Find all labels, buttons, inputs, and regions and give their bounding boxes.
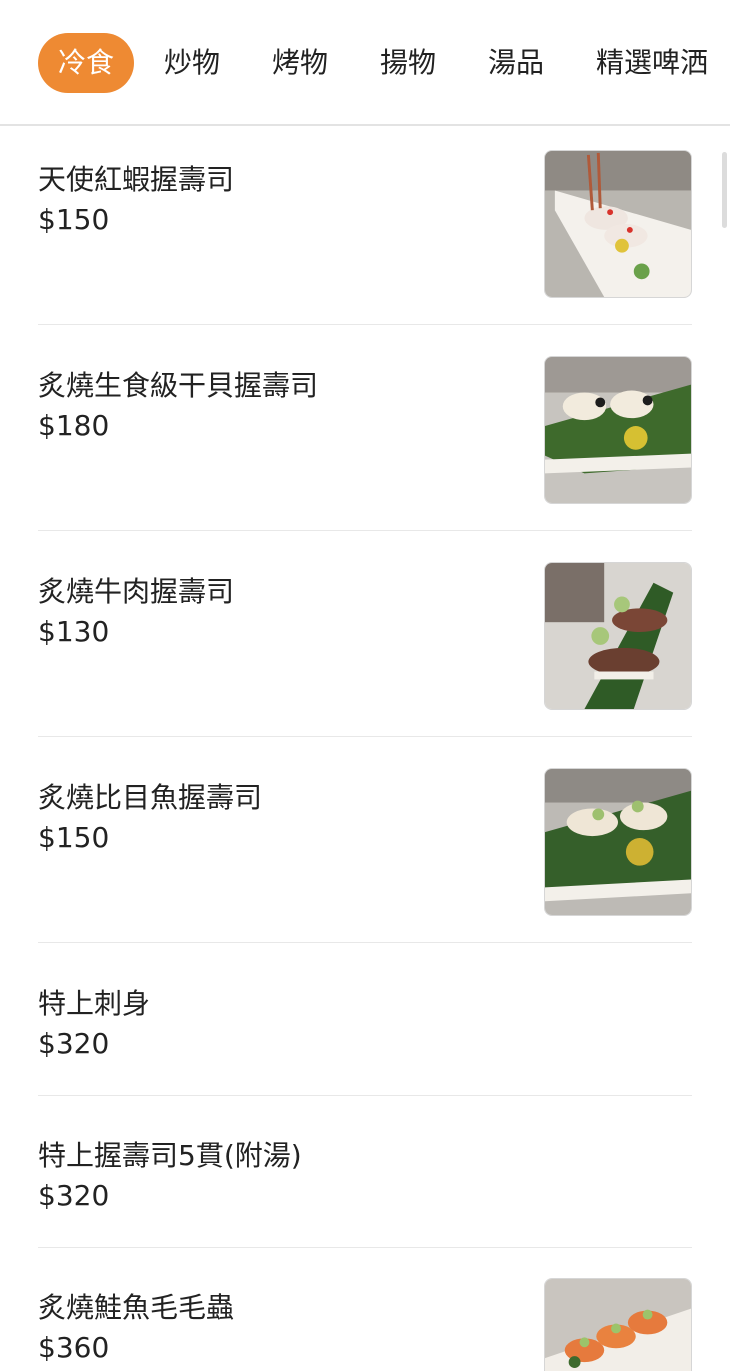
item-price: $320 — [38, 1179, 110, 1212]
seared-beef-nigiri-photo — [544, 562, 692, 710]
red-shrimp-nigiri-photo — [544, 150, 692, 298]
tab-stir-fry[interactable]: 炒物 — [164, 33, 220, 93]
tab-cold-food[interactable]: 冷食 — [38, 33, 135, 93]
tab-fried[interactable]: 揚物 — [380, 33, 436, 93]
item-price: $150 — [38, 203, 110, 236]
menu-item[interactable]: 炙燒比目魚握壽司 $150 — [38, 768, 692, 944]
menu-item[interactable]: 天使紅蝦握壽司 $150 — [38, 150, 692, 326]
item-price: $150 — [38, 821, 110, 854]
menu-item[interactable]: 炙燒鮭魚毛毛蟲 $360 — [38, 1278, 692, 1371]
item-divider — [38, 530, 692, 531]
item-name: 炙燒牛肉握壽司 — [38, 575, 235, 608]
item-divider — [38, 736, 692, 737]
menu-item[interactable]: 炙燒生食級干貝握壽司 $180 — [38, 356, 692, 532]
scrollbar[interactable] — [722, 152, 727, 228]
item-divider — [38, 942, 692, 943]
seared-flounder-nigiri-photo — [544, 768, 692, 916]
item-name: 炙燒生食級干貝握壽司 — [38, 369, 319, 402]
seared-salmon-roll-photo — [544, 1278, 692, 1371]
menu-item[interactable]: 炙燒牛肉握壽司 $130 — [38, 562, 692, 738]
category-tab-bar: 冷食 炒物 烤物 揚物 湯品 精選啤洒 — [0, 0, 730, 126]
item-price: $130 — [38, 615, 110, 648]
menu-item[interactable]: 特上握壽司5貫(附湯) $320 — [38, 1126, 692, 1248]
item-price: $360 — [38, 1331, 110, 1364]
item-name: 特上握壽司5貫(附湯) — [38, 1139, 302, 1172]
menu-item[interactable]: 特上刺身 $320 — [38, 974, 692, 1096]
item-name: 天使紅蝦握壽司 — [38, 163, 235, 196]
seared-scallop-nigiri-photo — [544, 356, 692, 504]
tab-beer[interactable]: 精選啤洒 — [596, 33, 708, 93]
item-name: 炙燒鮭魚毛毛蟲 — [38, 1291, 235, 1324]
item-divider — [38, 1095, 692, 1096]
item-price: $320 — [38, 1027, 110, 1060]
item-name: 特上刺身 — [38, 987, 151, 1020]
tab-grilled[interactable]: 烤物 — [272, 33, 328, 93]
item-price: $180 — [38, 409, 110, 442]
item-divider — [38, 324, 692, 325]
item-name: 炙燒比目魚握壽司 — [38, 781, 263, 814]
tab-soup[interactable]: 湯品 — [488, 33, 544, 93]
item-divider — [38, 1247, 692, 1248]
